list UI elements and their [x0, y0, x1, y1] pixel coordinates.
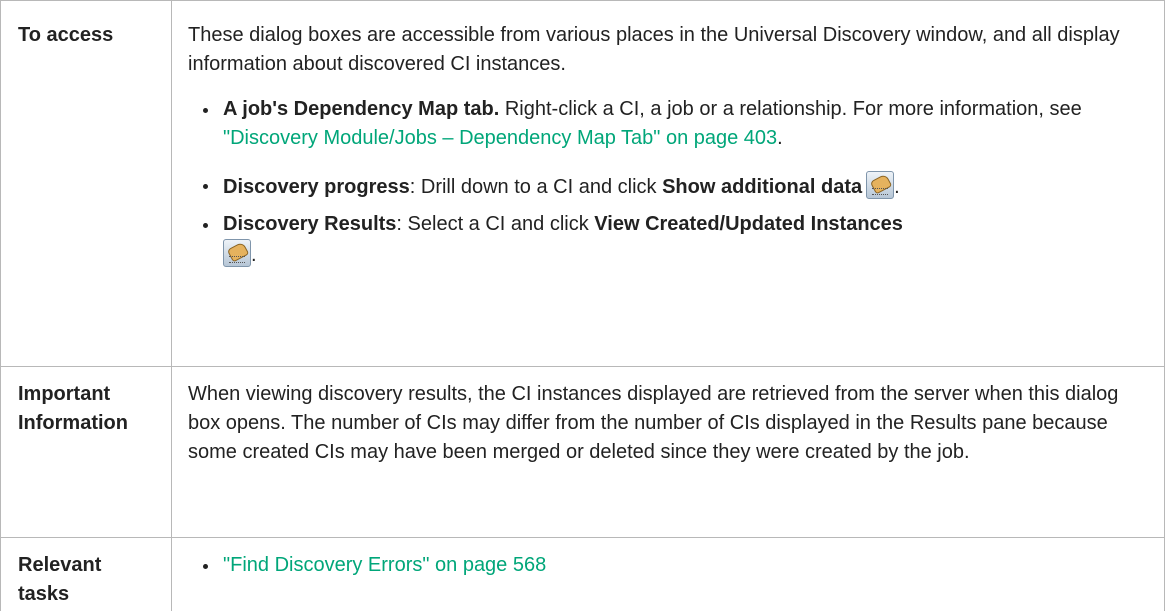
to-access-intro: These dialog boxes are accessible from v…	[188, 24, 1120, 75]
list-item-discovery-progress: Discovery progress: Drill down to a CI a…	[188, 171, 1143, 202]
row-divider-2	[0, 537, 1165, 538]
discovery-progress-tail: .	[894, 176, 900, 198]
bullet-icon	[203, 564, 208, 569]
row-header-important-information: Important Information	[18, 380, 128, 438]
dependency-map-tab-link[interactable]: "Discovery Module/Jobs – Dependency Map …	[223, 127, 777, 149]
list-item-discovery-results: Discovery Results: Select a CI and click…	[188, 210, 1143, 270]
important-header-line1: Important	[18, 383, 111, 405]
bullet-icon	[203, 184, 208, 189]
find-discovery-errors-link[interactable]: "Find Discovery Errors" on page 568	[223, 554, 546, 576]
show-additional-data-icon	[866, 171, 895, 199]
discovery-results-text: : Select a CI and click	[396, 213, 595, 235]
important-header-line2: Information	[18, 412, 128, 434]
info-table: To access These dialog boxes are accessi…	[0, 0, 1165, 611]
access-locations-list: A job's Dependency Map tab. Right-click …	[188, 95, 1143, 270]
to-access-cell: These dialog boxes are accessible from v…	[188, 21, 1143, 270]
relevant-tasks-cell: "Find Discovery Errors" on page 568	[188, 551, 1143, 580]
dependency-map-label: A job's Dependency Map tab.	[223, 98, 500, 120]
discovery-progress-label: Discovery progress	[223, 176, 410, 198]
dependency-map-text: Right-click a CI, a job or a relationshi…	[499, 98, 1082, 120]
bullet-icon	[203, 223, 208, 228]
important-information-text: When viewing discovery results, the CI i…	[188, 383, 1119, 463]
view-instances-icon	[223, 239, 251, 267]
column-divider	[171, 0, 172, 611]
list-item-dependency-map: A job's Dependency Map tab. Right-click …	[188, 95, 1143, 153]
row-header-relevant-tasks: Relevant tasks	[18, 551, 101, 609]
bullet-icon	[203, 108, 208, 113]
row-divider-1	[0, 366, 1165, 367]
list-item-find-discovery-errors: "Find Discovery Errors" on page 568	[188, 551, 1143, 580]
discovery-results-tail: .	[251, 244, 257, 266]
table-left-border	[0, 0, 1, 611]
table-top-border	[0, 0, 1165, 1]
view-created-updated-instances-label: View Created/Updated Instances	[594, 213, 903, 235]
discovery-progress-text: : Drill down to a CI and click	[409, 176, 663, 198]
show-additional-data-label: Show additional data	[662, 176, 863, 198]
row-header-to-access: To access	[18, 24, 114, 46]
tasks-header-line1: Relevant	[18, 554, 102, 576]
tasks-header-line2: tasks	[18, 583, 70, 605]
relevant-tasks-list: "Find Discovery Errors" on page 568	[188, 551, 1143, 580]
dependency-map-tail: .	[777, 127, 783, 149]
discovery-results-label: Discovery Results	[223, 213, 397, 235]
